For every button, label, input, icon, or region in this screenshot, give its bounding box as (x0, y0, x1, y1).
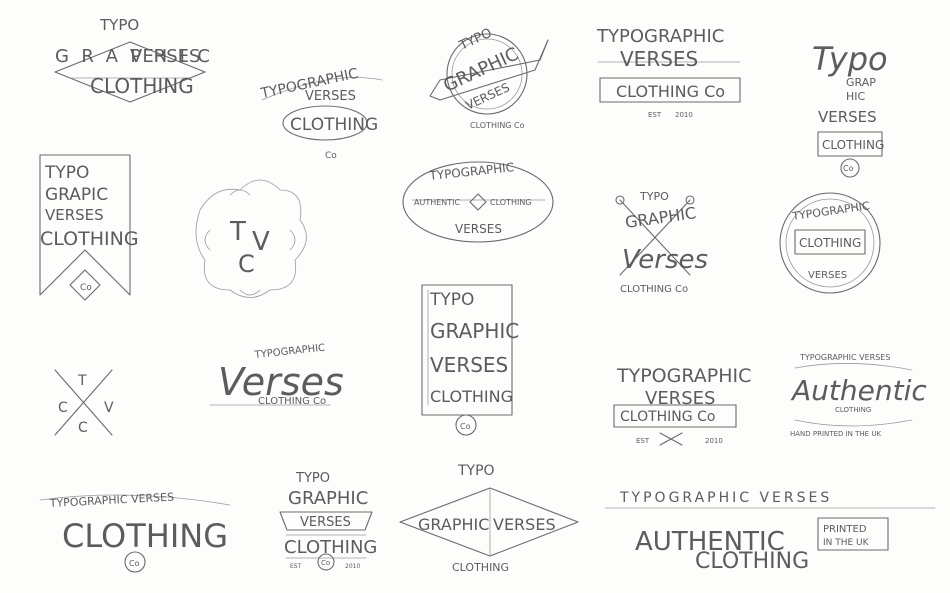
sketch-11-line-2: C (58, 400, 68, 416)
sketch-13-line-5: Co (460, 422, 471, 431)
sketch-19-authentic-clothing: TYPOGRAPHIC VERSES AUTHENTIC CLOTHING PR… (604, 490, 936, 574)
sketch-19-line-5: IN THE UK (823, 538, 870, 548)
sketch-16-line-2: CLOTHING (62, 517, 228, 555)
sketch-14-typographic-verses-clothing: TYPOGRAPHIC VERSES CLOTHING Co EST 2010 (613, 365, 751, 446)
sketch-10-line-3: VERSES (808, 270, 847, 281)
sketch-6-line-3: VERSES (45, 206, 104, 224)
sketch-14-line-4: EST (636, 437, 650, 445)
sketch-13-line-2: GRAPHIC (430, 319, 519, 343)
sketch-4-line-1: TYPOGRAPHIC (596, 26, 724, 47)
sketch-18-diamond: TYPO GRAPHIC VERSES CLOTHING (399, 463, 579, 574)
sketch-17-stacked-ribbon: TYPO GRAPHIC VERSES CLOTHING Co EST 2010 (279, 471, 377, 571)
sketch-14-line-3: CLOTHING Co (620, 409, 715, 425)
sketch-17-line-1: TYPO (295, 471, 330, 486)
sketch-10-line-2: CLOTHING (799, 236, 861, 250)
sketch-16-line-3: Co (129, 559, 140, 568)
sketch-9-line-4: CLOTHING Co (620, 284, 688, 295)
sketch-16-clothing: TYPOGRAPHIC VERSES CLOTHING Co (39, 491, 231, 573)
sketch-5-line-2: GRAP (846, 76, 876, 89)
sketch-15-line-2: Authentic (790, 374, 927, 407)
sketch-15-line-4: HAND PRINTED IN THE UK (790, 430, 881, 438)
sketch-4-line-4: EST (648, 111, 662, 119)
sketch-6-line-4: CLOTHING (40, 228, 139, 250)
sketch-6-line-2: GRAPIC (45, 185, 108, 205)
sketch-6-banner: TYPO GRAPIC VERSES CLOTHING Co (39, 154, 139, 301)
sketch-1-line-3: VERSES (130, 46, 200, 67)
sketch-13-vertical-label: TYPO GRAPHIC VERSES CLOTHING Co (421, 284, 519, 436)
sketch-4-line-3: CLOTHING Co (616, 82, 725, 101)
sketch-13-line-1: TYPO (429, 290, 474, 310)
sketch-14-line-5: 2010 (705, 437, 723, 445)
sketch-19-line-1: TYPOGRAPHIC VERSES (619, 490, 832, 506)
sketch-17-line-5: Co (321, 559, 330, 567)
sketch-5-vertical-typo: Typo GRAP HIC VERSES CLOTHING Co (812, 40, 888, 178)
sketch-2-line-4: Co (325, 151, 337, 161)
sketch-2-line-3: CLOTHING (290, 115, 378, 135)
sketch-13-line-3: VERSES (430, 353, 508, 377)
sketch-1-line-4: CLOTHING (90, 74, 194, 98)
sketch-5-line-4: VERSES (818, 108, 877, 126)
sketch-8-oval-authentic: TYPOGRAPHIC AUTHENTIC CLOTHING VERSES (402, 160, 554, 243)
sketch-18-line-1: TYPO (457, 463, 495, 479)
sketch-9-line-2: GRAPHIC (624, 203, 697, 232)
sketch-8-line-1: TYPOGRAPHIC (428, 160, 515, 183)
sketch-12-line-1: TYPOGRAPHIC (253, 343, 326, 361)
sketch-5-line-5: CLOTHING (822, 138, 884, 152)
sketch-15-authentic: TYPOGRAPHIC VERSES Authentic CLOTHING HA… (790, 353, 927, 438)
sketch-11-line-4: C (78, 420, 88, 436)
sketch-16-line-1: TYPOGRAPHIC VERSES (48, 491, 174, 511)
sketch-2-line-2: VERSES (305, 89, 356, 104)
sketch-11-tcvc-cross: T C V C (54, 369, 114, 436)
sketch-7-line-3: C (238, 250, 255, 278)
sketch-14-line-1: TYPOGRAPHIC (616, 365, 751, 387)
sketch-6-line-1: TYPO (44, 163, 89, 183)
sketch-10-round-badge: TYPOGRAPHIC CLOTHING VERSES (779, 192, 881, 294)
sketch-6-line-5: Co (80, 283, 92, 293)
sketch-17-line-6: EST (290, 563, 302, 570)
sketch-3-line-1: TYPO (456, 26, 494, 54)
sketch-2-typographic-verses-clothing: TYPOGRAPHIC VERSES CLOTHING Co (259, 66, 383, 161)
sketch-11-line-1: T (77, 373, 87, 389)
sketch-4-line-2: VERSES (620, 47, 698, 71)
sketch-9-line-3: Verses (622, 245, 708, 275)
sketch-12-line-3: CLOTHING Co (258, 396, 326, 407)
logo-sketches-canvas: TYPO GRAPHIC VERSES CLOTHING TYPOGRAPHIC… (39, 16, 936, 574)
sketch-19-line-4: PRINTED (823, 524, 867, 535)
sketch-12-verses-script: TYPOGRAPHIC Verses CLOTHING Co (209, 343, 344, 407)
sketch-4-line-5: 2010 (675, 111, 693, 119)
sketch-10-line-1: TYPOGRAPHIC (791, 199, 871, 223)
sketch-15-line-3: CLOTHING (835, 406, 871, 414)
sketch-14-line-2: VERSES (645, 388, 715, 409)
sketch-17-line-2: GRAPHIC (288, 488, 368, 509)
sketch-19-line-3: CLOTHING (695, 549, 809, 574)
sketch-7-line-1: T (229, 217, 246, 247)
sketch-17-line-3: VERSES (300, 515, 351, 530)
sketch-8-line-2: AUTHENTIC (414, 198, 461, 207)
sketch-8-line-4: VERSES (455, 222, 502, 236)
sketch-8-line-3: CLOTHING (490, 198, 532, 207)
sketch-4-typographic-verses-clothing: TYPOGRAPHIC VERSES CLOTHING Co EST 2010 (596, 26, 741, 119)
sketch-5-line-6: Co (843, 164, 854, 173)
sketch-13-line-4: CLOTHING (430, 387, 513, 406)
sketch-9-crossed-needles: TYPO GRAPHIC Verses CLOTHING Co (615, 190, 708, 295)
sketch-1-typographic-verses-clothing: TYPO GRAPHIC VERSES CLOTHING (54, 16, 210, 103)
sketch-sheet: TYPO GRAPHIC VERSES CLOTHING TYPOGRAPHIC… (0, 0, 950, 593)
sketch-18-line-2: GRAPHIC (418, 515, 489, 534)
sketch-11-line-3: V (104, 400, 114, 416)
sketch-17-line-7: 2010 (345, 563, 360, 570)
sketch-7-ornamental-monogram: T V C (195, 179, 307, 298)
sketch-15-line-1: TYPOGRAPHIC VERSES (799, 353, 890, 362)
sketch-3-circle-badge: TYPO GRAPHIC VERSES CLOTHING Co (429, 26, 549, 130)
sketch-5-line-3: HIC (846, 90, 866, 103)
sketch-9-line-1: TYPO (639, 190, 669, 203)
sketch-18-line-3: VERSES (493, 515, 556, 534)
sketch-1-line-1: TYPO (99, 16, 139, 34)
sketch-18-line-4: CLOTHING (452, 561, 509, 574)
sketch-3-line-4: CLOTHING Co (470, 121, 525, 130)
sketch-5-line-1: Typo (812, 40, 888, 78)
